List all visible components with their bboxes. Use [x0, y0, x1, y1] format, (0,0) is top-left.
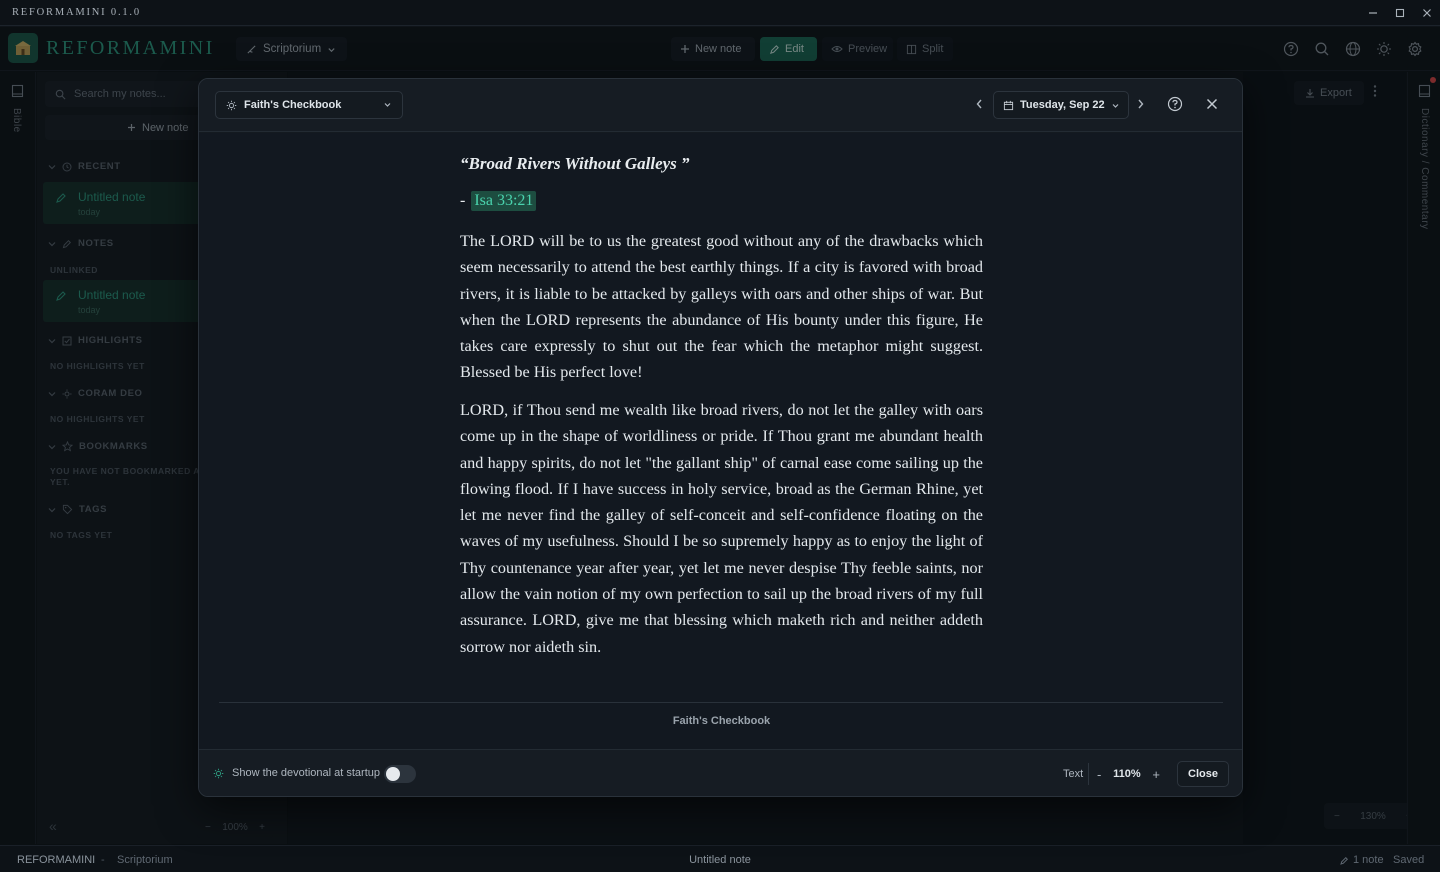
- maximize-icon[interactable]: [1386, 0, 1413, 26]
- chevron-down-icon: [383, 100, 392, 109]
- devotional-dialog: Faith's Checkbook Tuesday, Sep 22 “Broad…: [198, 78, 1243, 797]
- startup-toggle[interactable]: [384, 765, 416, 783]
- devotional-title: “Broad Rivers Without Galleys ”: [460, 154, 690, 173]
- scripture-reference-line: - Isa 33:21: [460, 191, 537, 211]
- status-note-count-text: 1 note: [1353, 854, 1384, 866]
- divider: [219, 702, 1223, 703]
- devotional-content: “Broad Rivers Without Galleys ” - Isa 33…: [199, 133, 1242, 749]
- window-controls: [1359, 0, 1440, 26]
- calendar-icon: [1003, 100, 1014, 111]
- sun-icon: [226, 100, 237, 111]
- dialog-header: Faith's Checkbook Tuesday, Sep 22: [199, 79, 1242, 132]
- status-current-note: Untitled note: [689, 854, 751, 866]
- text-size-value: 110%: [1113, 768, 1141, 780]
- startup-option: Show the devotional at startup: [213, 767, 380, 779]
- date-label: Tuesday, Sep 22: [1020, 99, 1105, 111]
- text-size-control: - 110% +: [1088, 763, 1168, 785]
- chevron-left-icon[interactable]: [975, 98, 984, 110]
- close-icon[interactable]: [1205, 97, 1219, 111]
- text-size-decrease-button[interactable]: -: [1097, 767, 1101, 782]
- sun-icon: [213, 768, 224, 779]
- devotional-source-select[interactable]: Faith's Checkbook: [215, 91, 403, 119]
- scripture-reference-link[interactable]: Isa 33:21: [471, 191, 537, 211]
- date-picker[interactable]: Tuesday, Sep 22: [993, 91, 1129, 119]
- chevron-right-icon[interactable]: [1136, 98, 1145, 110]
- close-button[interactable]: Close: [1177, 761, 1229, 787]
- close-window-icon[interactable]: [1413, 0, 1440, 26]
- text-size-label: Text: [1063, 768, 1084, 780]
- window-titlebar: REFORMAMINI 0.1.0: [0, 0, 1440, 26]
- window-title: REFORMAMINI 0.1.0: [12, 7, 141, 18]
- startup-option-label: Show the devotional at startup: [232, 767, 380, 779]
- devotional-footer-source: Faith's Checkbook: [672, 715, 771, 727]
- status-bar: REFORMAMINI - Scriptorium Untitled note …: [0, 845, 1440, 872]
- minimize-icon[interactable]: [1359, 0, 1386, 26]
- toggle-knob: [386, 767, 400, 781]
- devotional-source-label: Faith's Checkbook: [244, 99, 342, 111]
- chevron-down-icon: [1111, 101, 1120, 110]
- reference-prefix: -: [460, 192, 466, 209]
- dialog-footer: Show the devotional at startup Text - 11…: [199, 749, 1242, 796]
- text-size-increase-button[interactable]: +: [1152, 767, 1160, 782]
- devotional-paragraph: LORD, if Thou send me wealth like broad …: [460, 401, 983, 656]
- pencil-icon: [1340, 856, 1349, 865]
- status-note-count: 1 note: [1340, 854, 1384, 866]
- help-icon[interactable]: [1167, 96, 1183, 112]
- status-saved: Saved: [1393, 854, 1425, 866]
- devotional-paragraph: The LORD will be to us the greatest good…: [460, 232, 983, 382]
